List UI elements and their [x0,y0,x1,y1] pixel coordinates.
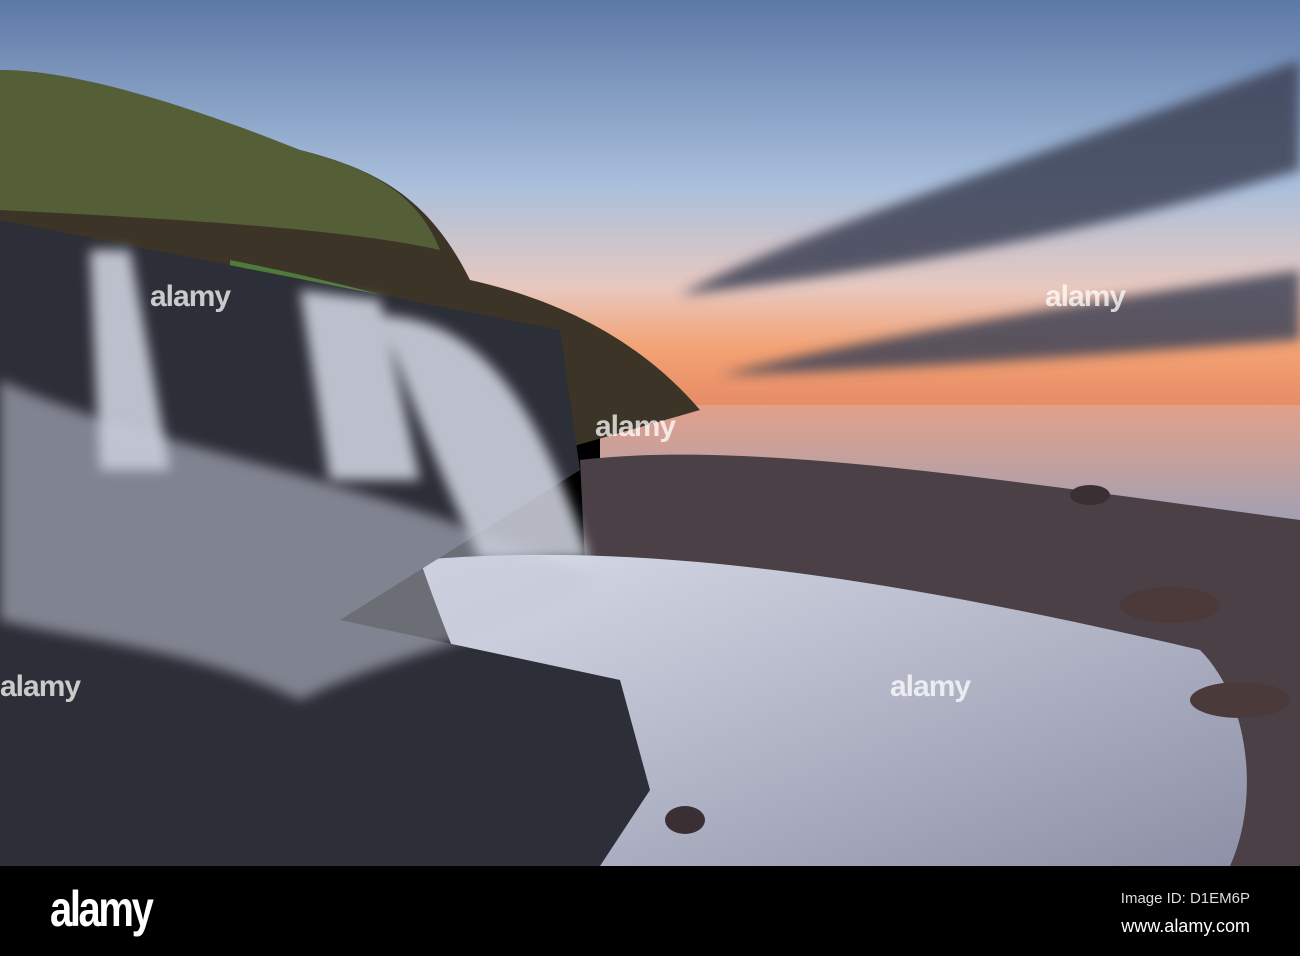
boulder [665,806,705,834]
alamy-logo: alamy [50,881,154,937]
boulder [1070,485,1110,505]
watermark: alamy [595,410,676,443]
watermark: alamy [150,280,231,313]
image-id: Image ID: D1EM6P [1120,890,1250,907]
watermark: alamy [890,670,971,703]
boulder [1120,587,1220,623]
watermark: alamy [1045,280,1126,313]
boulder [1190,682,1290,718]
watermark: alamy [0,670,81,703]
website-url: www.alamy.com [1121,916,1250,936]
footer-bar: alamy Image ID: D1EM6P www.alamy.com [0,866,1300,956]
